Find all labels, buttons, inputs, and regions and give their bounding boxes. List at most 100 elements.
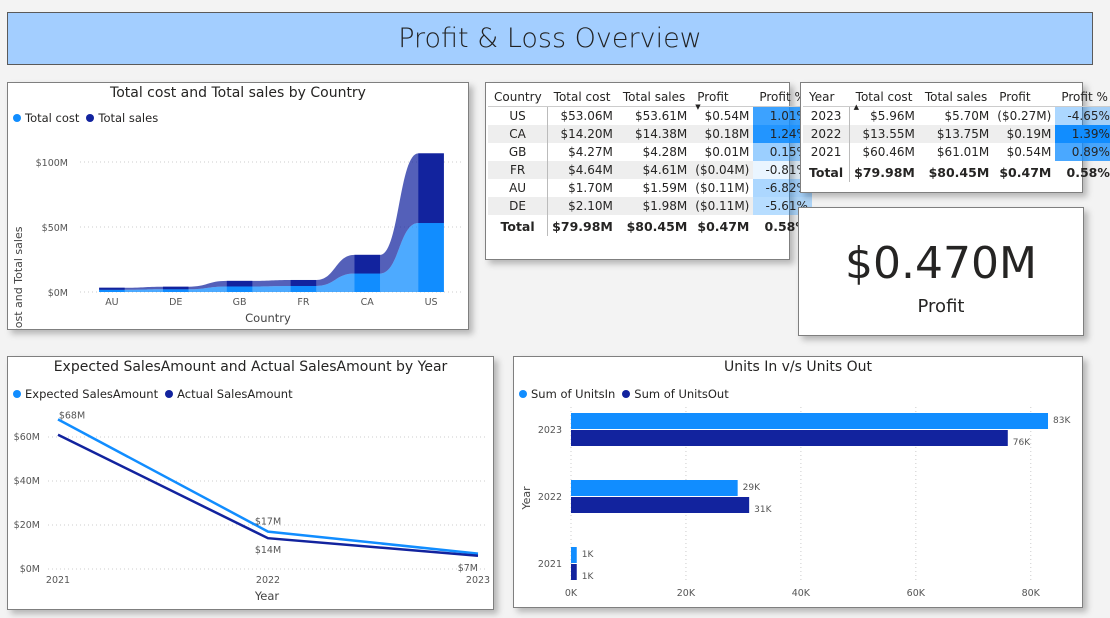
cell: $0.01M — [704, 145, 750, 159]
sales-line-chart[interactable]: $60M $40M $20M $0M 2021 2022 2023 $68M $17M $… — [8, 357, 493, 609]
country-y-tick: $50M — [42, 223, 68, 234]
cell: $4.64M — [547, 161, 617, 179]
country-row[interactable]: US $53.06M $53.61M $0.54M 1.01% — [488, 106, 812, 125]
country-row[interactable]: AU $1.70M $1.59M ($0.11M) -6.82% — [488, 179, 812, 197]
cell: $0.19M — [993, 125, 1056, 143]
page-title: Profit & Loss Overview — [7, 12, 1093, 65]
units-x-tick: 80K — [1022, 588, 1041, 599]
country-row-header: DE — [488, 197, 548, 215]
total-cell: $0.47M — [999, 165, 1052, 180]
country-y-tick: $100M — [36, 158, 68, 169]
sales-x-tick: 2023 — [466, 575, 490, 586]
cell: ($0.11M) — [691, 197, 754, 215]
country-x-tick: GB — [233, 297, 247, 308]
bar-segment-total-cost[interactable] — [418, 223, 444, 292]
cell: $4.61M — [616, 161, 692, 179]
col-header-profit-label: Profit — [697, 90, 729, 104]
year-row[interactable]: 2023 $5.96M $5.70M ($0.27M) -4.65% — [803, 106, 1110, 125]
total-label: Total — [809, 165, 844, 180]
total-label: Total — [500, 219, 535, 234]
cell: 0.89% — [1055, 143, 1110, 161]
units-x-tick: 20K — [677, 588, 696, 599]
units-y-tick: 2021 — [538, 559, 562, 570]
country-y-tick: $0M — [48, 288, 68, 299]
bar-segment-total-sales[interactable] — [162, 286, 189, 290]
year-row-header: 2022 — [803, 125, 850, 143]
kpi-label: Profit — [917, 296, 965, 317]
bar-units-in[interactable] — [571, 547, 577, 563]
bar-segment-total-sales[interactable] — [99, 287, 125, 290]
bar-units-out[interactable] — [571, 430, 1008, 446]
year-row-header: 2021 — [810, 145, 842, 159]
bar-segment-total-sales[interactable] — [226, 280, 253, 287]
year-row[interactable]: 2021 $60.46M $61.01M $0.54M 0.89% — [803, 143, 1110, 161]
data-label: 1K — [582, 572, 595, 582]
country-row-header: CA — [488, 125, 548, 143]
country-row[interactable]: GB $4.27M $4.28M $0.01M 0.15% — [488, 143, 812, 161]
units-y-tick: 2022 — [538, 492, 562, 503]
country-table-card[interactable]: Country Total cost Total sales Profit ▼ P… — [485, 82, 812, 260]
col-header-year[interactable]: Year — [803, 87, 850, 107]
cell: $2.10M — [547, 197, 617, 215]
units-bar-chart[interactable]: Year 0K 20K 40K 60K 80K 2023 83K 76K 2022 29K 31K 2… — [514, 357, 1082, 607]
data-label: $14M — [255, 545, 281, 556]
data-label: 76K — [1013, 438, 1031, 448]
cell: $53.06M — [547, 106, 617, 125]
data-label: 29K — [743, 483, 761, 493]
cell: $60.46M — [849, 143, 919, 161]
col-header-total-cost[interactable]: Total cost — [547, 87, 617, 107]
data-label: $68M — [59, 410, 85, 421]
col-header-profit[interactable]: Profit ▼ — [691, 87, 754, 111]
cell: $14.38M — [616, 125, 692, 143]
profit-kpi-card[interactable]: $0.470M Profit — [798, 207, 1084, 336]
bar-segment-total-sales[interactable] — [418, 153, 444, 224]
series-line[interactable] — [57, 418, 479, 555]
bar-segment-total-sales[interactable] — [354, 254, 381, 274]
bar-units-out[interactable] — [571, 497, 750, 513]
bar-segment-total-cost[interactable] — [354, 273, 381, 292]
sort-asc-icon: ▲ — [853, 103, 860, 111]
country-row[interactable]: FR $4.64M $4.61M ($0.04M) -0.81% — [488, 161, 812, 179]
country-area-chart[interactable]: Total cost and Total sales $100M $50M $0… — [8, 83, 468, 329]
country-x-tick: CA — [361, 297, 375, 308]
units-chart-card[interactable]: Units In v/s Units Out Sum of UnitsIn Su… — [513, 356, 1083, 608]
sort-desc-icon: ▼ — [695, 103, 701, 111]
bar-segment-total-cost[interactable] — [226, 286, 253, 292]
col-header-country[interactable]: Country — [488, 87, 548, 107]
year-table-card[interactable]: Year Total cost ▲ Total sales Profit Prof… — [800, 82, 1110, 193]
col-header-total-cost[interactable]: Total cost ▲ — [849, 87, 919, 111]
data-label: 1K — [582, 550, 595, 560]
bar-units-in[interactable] — [571, 413, 1049, 429]
country-row[interactable]: DE $2.10M $1.98M ($0.11M) -5.61% — [488, 197, 812, 215]
year-row[interactable]: 2022 $13.55M $13.75M $0.19M 1.39% — [803, 125, 1110, 143]
country-matrix[interactable]: Country Total cost Total sales Profit ▼ P… — [488, 87, 812, 236]
cell: $4.27M — [547, 143, 617, 161]
data-label: 83K — [1053, 416, 1071, 426]
bar-units-in[interactable] — [571, 480, 738, 496]
total-cell: 0.58% — [1066, 165, 1110, 180]
cell: $0.18M — [691, 125, 754, 143]
units-y-axis-title: Year — [520, 486, 533, 511]
col-header-profit[interactable]: Profit — [993, 87, 1056, 107]
col-header-total-sales[interactable]: Total sales — [616, 87, 692, 107]
country-row[interactable]: CA $14.20M $14.38M $0.18M 1.24% — [488, 125, 812, 143]
sales-y-tick: $0M — [20, 564, 40, 575]
country-chart-card[interactable]: Total cost and Total sales by Country To… — [7, 82, 469, 330]
col-header-total-sales[interactable]: Total sales — [918, 87, 994, 107]
sales-chart-card[interactable]: Expected SalesAmount and Actual SalesAmo… — [7, 356, 494, 610]
year-matrix[interactable]: Year Total cost ▲ Total sales Profit Prof… — [803, 87, 1110, 182]
total-cell: $80.45M — [928, 165, 990, 180]
country-total-row: Total $79.98M $80.45M $0.47M 0.58% — [488, 215, 812, 236]
data-label: $7M — [458, 563, 478, 574]
bar-segment-total-cost[interactable] — [162, 289, 189, 292]
col-header-profit-pct[interactable]: Profit % — [1055, 87, 1110, 107]
bar-segment-total-sales[interactable] — [290, 279, 317, 286]
bar-units-out[interactable] — [571, 564, 577, 580]
country-row-header: GB — [508, 145, 527, 159]
year-row-header: 2023 — [810, 109, 842, 123]
bar-segment-total-cost[interactable] — [290, 285, 317, 292]
total-cell: $80.45M — [626, 219, 688, 234]
cell: $4.28M — [642, 145, 688, 159]
bar-segment-total-cost[interactable] — [99, 289, 125, 292]
country-y-axis-title: Total cost and Total sales — [12, 226, 25, 329]
